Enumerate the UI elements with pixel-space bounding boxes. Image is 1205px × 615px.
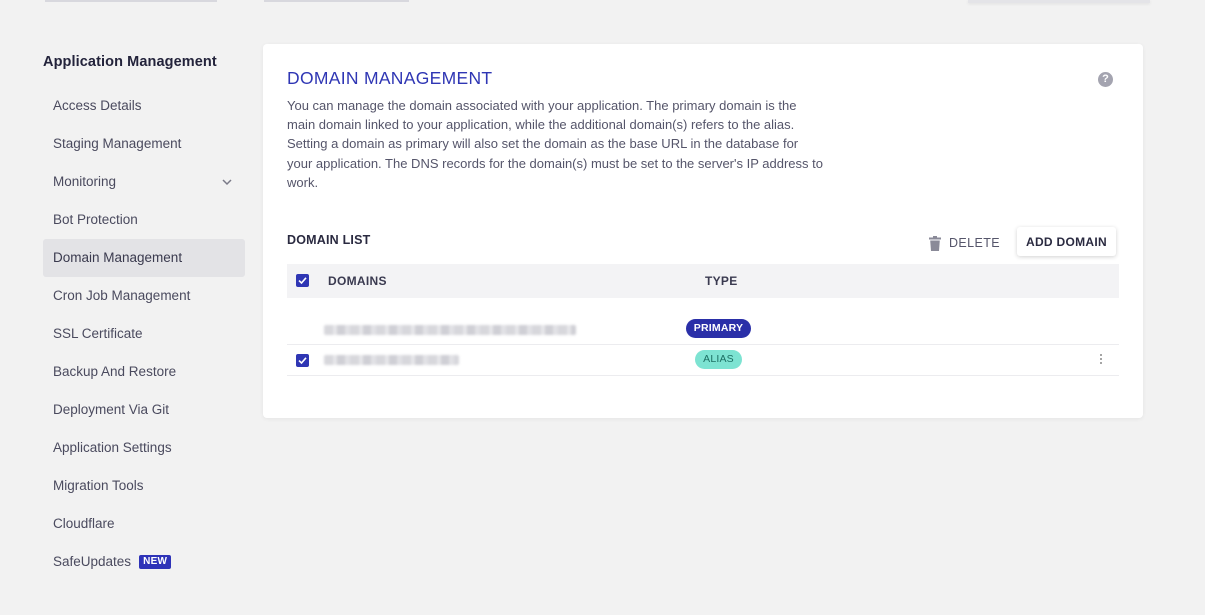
domain-name-redacted (324, 325, 576, 335)
sidebar-item-label: SafeUpdates (53, 554, 132, 569)
sidebar-item-ssl-certificate[interactable]: SSL Certificate (43, 315, 245, 353)
sidebar-item-cloudflare[interactable]: Cloudflare (43, 505, 245, 543)
new-badge: NEW (139, 555, 172, 569)
alias-badge: ALIAS (695, 350, 742, 369)
sidebar-item-cron-job-management[interactable]: Cron Job Management (43, 277, 245, 315)
domain-management-card: DOMAIN MANAGEMENT ? You can manage the d… (263, 44, 1143, 418)
delete-label: DELETE (949, 236, 1001, 250)
chevron-down-icon[interactable] (221, 176, 233, 188)
sidebar: Application Management Access Details St… (43, 50, 245, 581)
sidebar-item-label: Cloudflare (53, 516, 115, 531)
check-icon (298, 277, 307, 285)
sidebar-item-domain-management[interactable]: Domain Management (43, 239, 245, 277)
add-domain-button[interactable]: ADD DOMAIN (1017, 227, 1116, 256)
sidebar-item-label: Application Settings (53, 440, 172, 455)
sidebar-title: Application Management (43, 54, 217, 70)
select-all-checkbox[interactable] (296, 274, 309, 287)
sidebar-item-access-details[interactable]: Access Details (43, 87, 245, 125)
sidebar-item-safeupdates[interactable]: SafeUpdates NEW (43, 543, 245, 581)
row-checkbox[interactable] (296, 354, 309, 367)
delete-button[interactable]: DELETE (929, 234, 1000, 252)
table-row: ALIAS (287, 344, 1119, 376)
column-header-type[interactable]: TYPE (705, 264, 738, 298)
sidebar-item-application-settings[interactable]: Application Settings (43, 429, 245, 467)
sidebar-item-backup-and-restore[interactable]: Backup And Restore (43, 353, 245, 391)
top-field-stub (45, 0, 217, 2)
page-title: DOMAIN MANAGEMENT (287, 68, 493, 88)
sidebar-item-label: SSL Certificate (53, 326, 143, 341)
top-panel-stub (968, 0, 1150, 3)
table-row: PRIMARY (287, 312, 1119, 344)
help-icon[interactable]: ? (1098, 72, 1113, 87)
domain-list-heading: DOMAIN LIST (287, 233, 371, 247)
sidebar-item-bot-protection[interactable]: Bot Protection (43, 201, 245, 239)
sidebar-item-label: Staging Management (53, 136, 182, 151)
column-header-domains[interactable]: DOMAINS (328, 264, 387, 298)
sidebar-item-label: Deployment Via Git (53, 402, 170, 417)
sidebar-item-deployment-via-git[interactable]: Deployment Via Git (43, 391, 245, 429)
more-options-icon[interactable] (1099, 354, 1103, 366)
domain-name-redacted (324, 355, 459, 365)
primary-badge: PRIMARY (686, 319, 751, 338)
check-icon (298, 357, 307, 365)
sidebar-item-label: Access Details (53, 98, 142, 113)
domain-table-header: DOMAINS TYPE (287, 264, 1119, 298)
sidebar-item-label: Domain Management (53, 250, 183, 265)
trash-icon (929, 235, 941, 251)
sidebar-item-label: Bot Protection (53, 212, 138, 227)
sidebar-item-monitoring[interactable]: Monitoring (43, 163, 245, 201)
sidebar-item-label: Backup And Restore (53, 364, 177, 379)
sidebar-list: Access Details Staging Management Monito… (43, 87, 245, 581)
sidebar-item-staging-management[interactable]: Staging Management (43, 125, 245, 163)
sidebar-item-label: Migration Tools (53, 478, 144, 493)
sidebar-item-migration-tools[interactable]: Migration Tools (43, 467, 245, 505)
sidebar-item-label: Monitoring (53, 174, 117, 189)
top-field-stub (264, 0, 409, 2)
page-description: You can manage the domain associated wit… (287, 98, 823, 190)
sidebar-item-label: Cron Job Management (53, 288, 191, 303)
